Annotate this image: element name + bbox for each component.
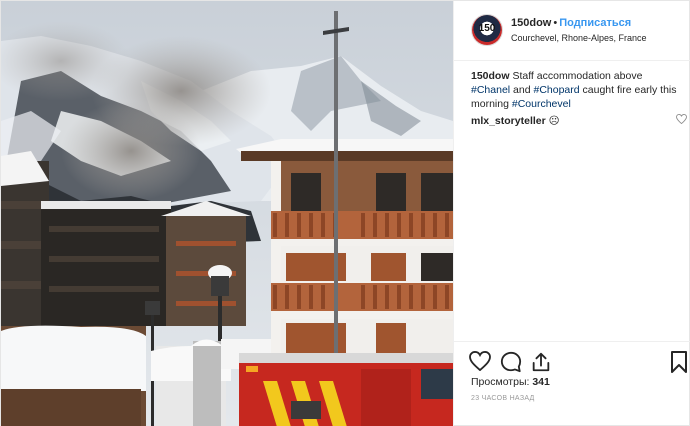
comment-icon[interactable]	[500, 351, 522, 373]
separator-dot: •	[553, 17, 558, 29]
location-link[interactable]: Courchevel, Rhone-Alpes, France	[511, 33, 647, 43]
instagram-post: 150 150dow • Подписаться Courchevel, Rhone…	[0, 0, 690, 426]
username-link[interactable]: 150dow	[511, 17, 551, 29]
save-bookmark-svg	[671, 351, 687, 373]
caption-text-2: and	[513, 84, 534, 96]
hashtag-chopard[interactable]: #Chopard	[533, 84, 579, 96]
hashtag-chanel[interactable]: #Chanel	[471, 84, 510, 96]
follow-button[interactable]: Подписаться	[559, 17, 631, 29]
avatar-text: 150	[478, 23, 496, 34]
views-label: Просмотры:	[471, 376, 530, 388]
share-svg	[532, 352, 550, 372]
caption-username[interactable]: 150dow	[471, 70, 510, 82]
hashtag-courchevel[interactable]: #Courchevel	[512, 98, 571, 110]
comment-username[interactable]: mlx_storyteller	[471, 115, 546, 127]
comment-text: ☹	[548, 115, 560, 127]
save-bookmark-icon[interactable]	[671, 351, 690, 373]
post-video[interactable]	[1, 1, 453, 426]
post-video-frame	[1, 1, 453, 426]
post-header: 150 150dow • Подписаться Courchevel, Rhone…	[454, 1, 690, 61]
action-bar	[454, 341, 690, 381]
post-timestamp[interactable]: 23 ЧАСОВ НАЗАД	[471, 395, 535, 402]
comment-like-svg	[676, 113, 687, 125]
like-heart-svg	[469, 351, 491, 371]
comment-svg	[500, 351, 522, 373]
post-caption: 150dow Staff accommodation above #Chanel…	[471, 69, 683, 111]
avatar[interactable]: 150	[471, 14, 503, 46]
avatar-image: 150	[472, 15, 502, 45]
view-count[interactable]: Просмотры: 341	[471, 376, 550, 388]
post-sidebar: 150 150dow • Подписаться Courchevel, Rhone…	[453, 1, 690, 426]
user-line: 150dow • Подписаться	[511, 17, 631, 29]
views-count: 341	[532, 376, 550, 388]
comment-like-icon[interactable]	[676, 113, 687, 127]
like-heart-icon[interactable]	[469, 351, 491, 373]
share-icon[interactable]	[530, 351, 552, 373]
caption-text-1: Staff accommodation above	[512, 70, 643, 82]
comment: mlx_storyteller ☹	[471, 114, 683, 128]
